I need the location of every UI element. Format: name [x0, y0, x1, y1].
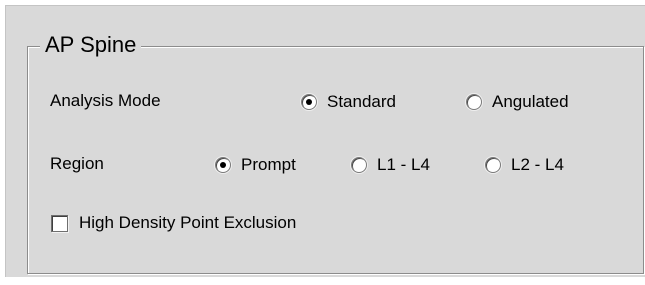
high-density-point-exclusion-label: High Density Point Exclusion	[79, 213, 297, 232]
region-label: Region	[50, 154, 104, 173]
region-l2-l4-radio[interactable]: L2 - L4	[485, 155, 564, 175]
radio-unselected-icon	[485, 157, 501, 173]
region-prompt-label: Prompt	[241, 155, 296, 174]
region-prompt-radio[interactable]: Prompt	[215, 155, 296, 175]
checkbox-unchecked-icon	[51, 214, 68, 232]
analysis-mode-label: Analysis Mode	[50, 91, 161, 110]
radio-selected-icon	[215, 157, 231, 173]
region-l1-l4-label: L1 - L4	[377, 155, 430, 174]
ap-spine-group-title: AP Spine	[40, 29, 142, 61]
analysis-mode-standard-radio[interactable]: Standard	[301, 92, 396, 112]
radio-unselected-icon	[466, 94, 482, 110]
radio-unselected-icon	[351, 157, 367, 173]
radio-selected-icon	[301, 94, 317, 110]
ap-spine-panel: AP Spine Analysis Mode Standard Angulate…	[5, 5, 645, 277]
region-l1-l4-radio[interactable]: L1 - L4	[351, 155, 430, 175]
high-density-point-exclusion-checkbox[interactable]: High Density Point Exclusion	[51, 213, 296, 233]
analysis-mode-angulated-radio[interactable]: Angulated	[466, 92, 569, 112]
region-l2-l4-label: L2 - L4	[511, 155, 564, 174]
analysis-mode-angulated-label: Angulated	[492, 92, 569, 111]
analysis-mode-standard-label: Standard	[327, 92, 396, 111]
